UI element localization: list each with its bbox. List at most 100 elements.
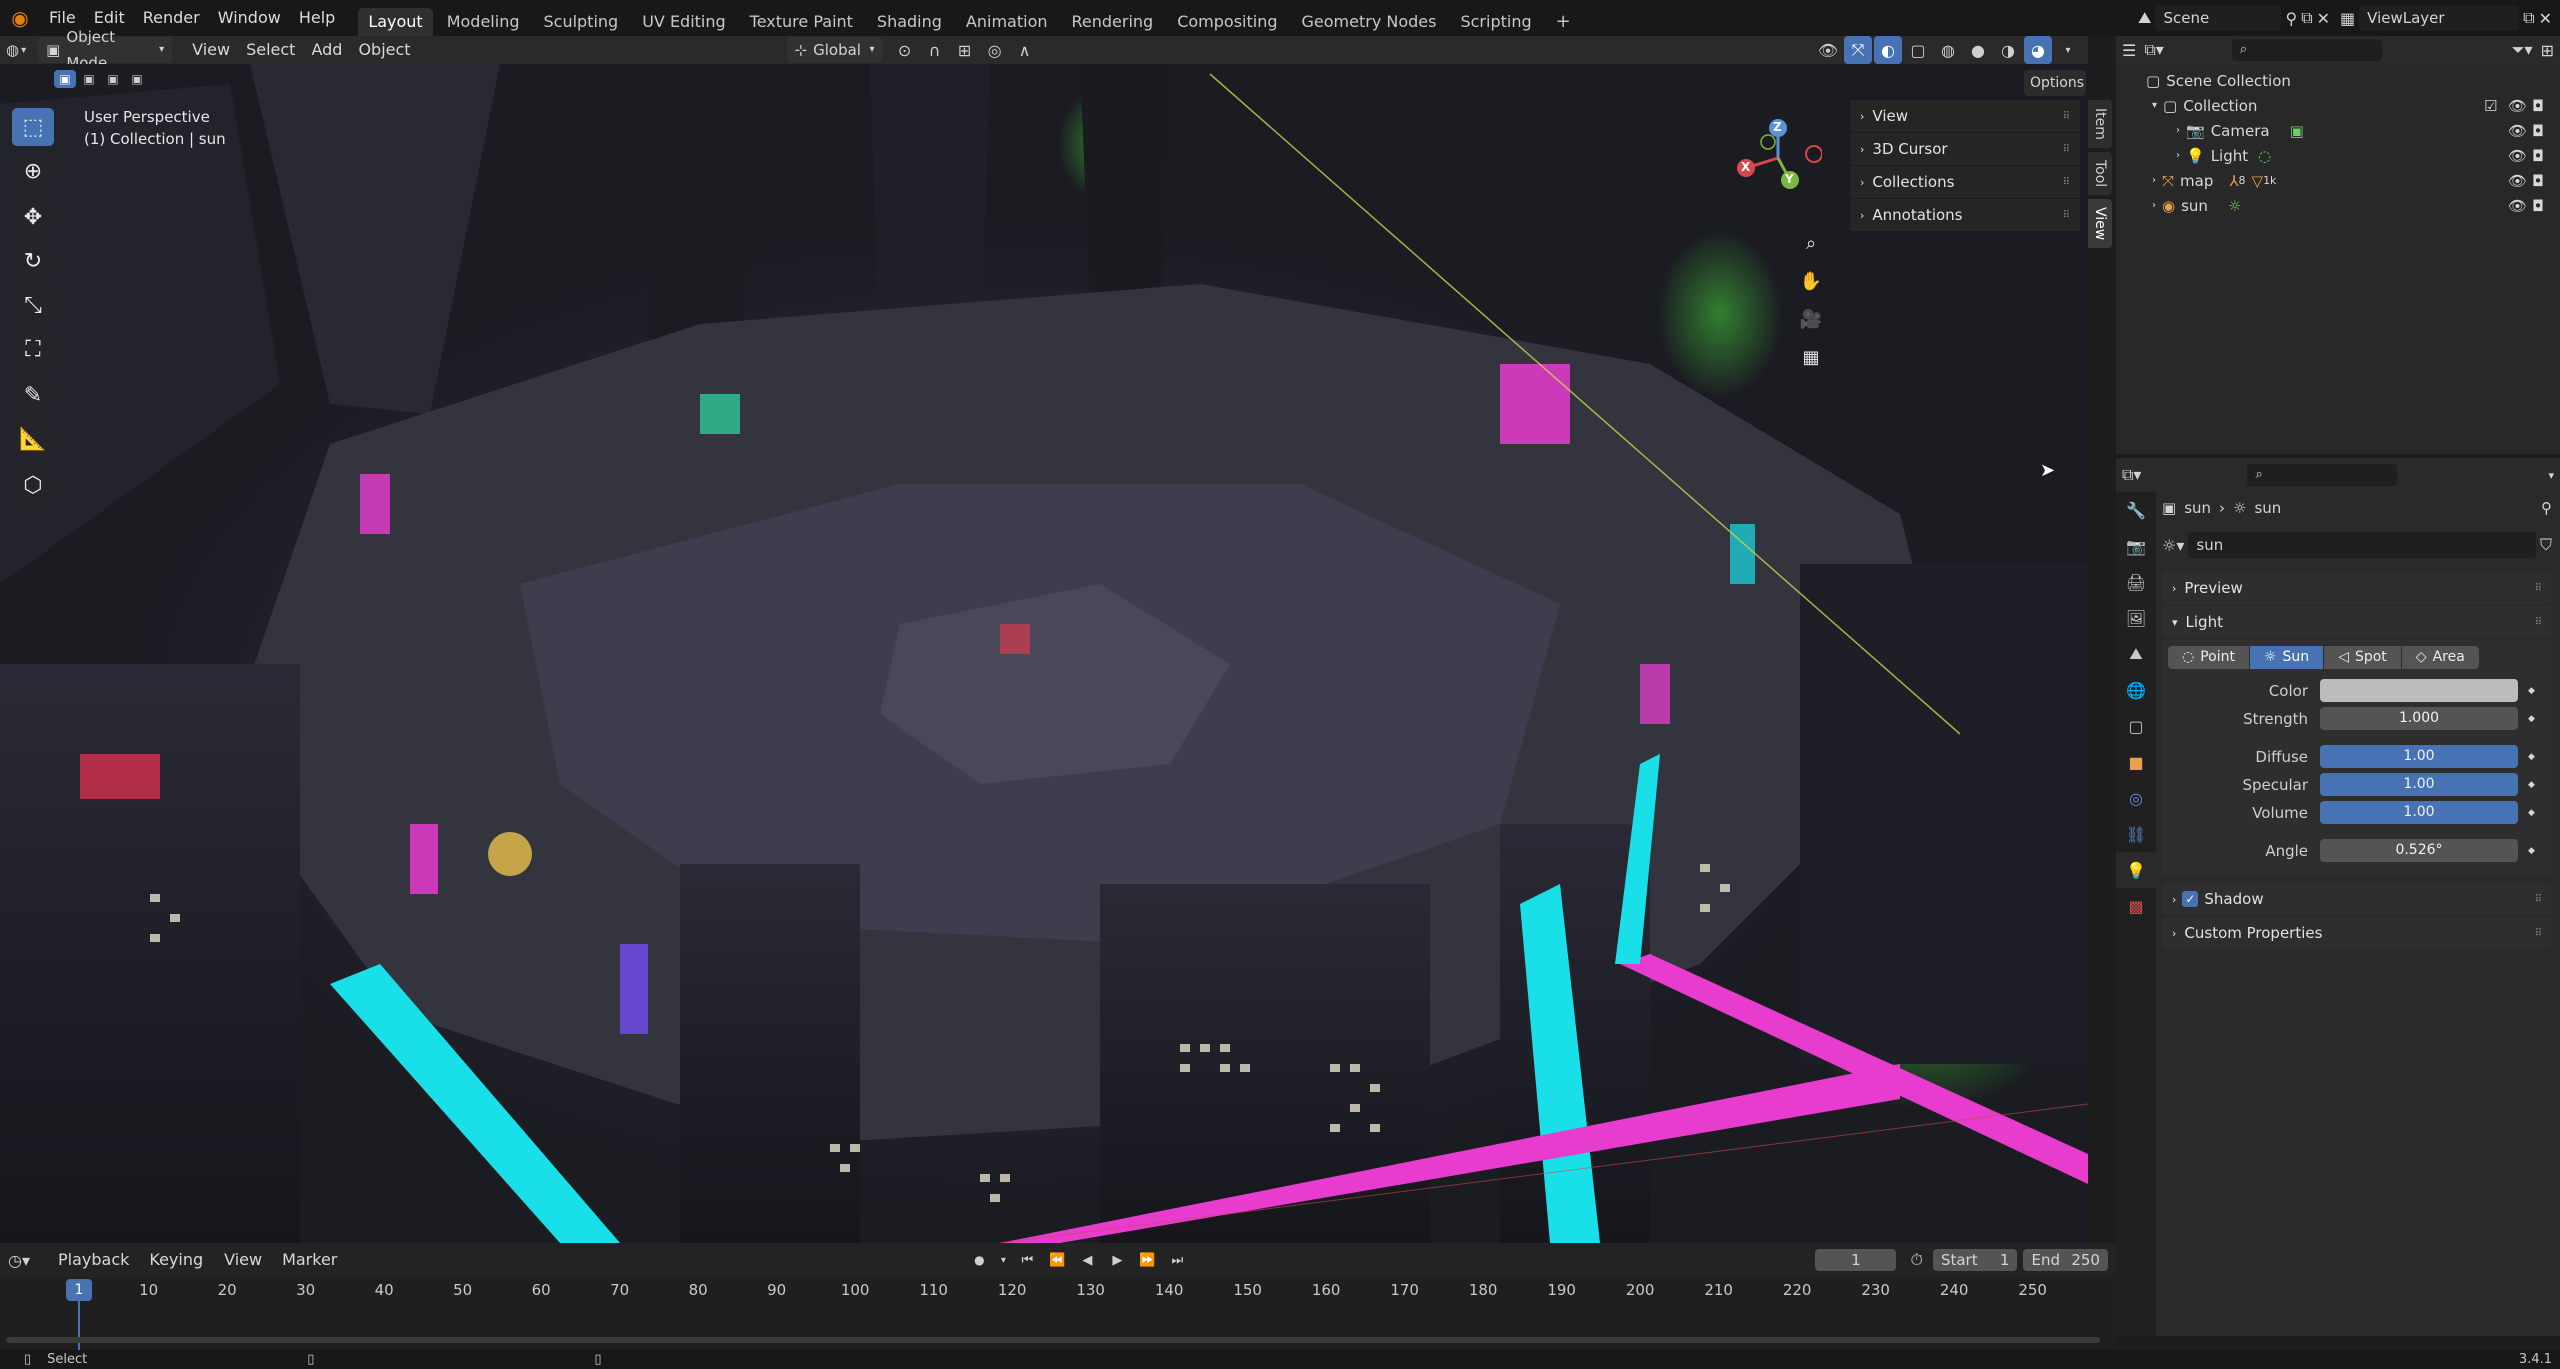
collection-props-icon[interactable]: ▢ xyxy=(2116,708,2156,744)
light-type-area[interactable]: ◇ Area xyxy=(2401,646,2479,669)
editor-type-selector[interactable]: ◍ ▾ xyxy=(6,41,26,59)
pan-hand-icon[interactable]: ✋ xyxy=(1794,264,1828,298)
snap-magnet-icon[interactable]: ∩ xyxy=(921,36,949,64)
tree-row-map[interactable]: › ⤧ map ⅄ 8 ▽ 1k 👁 ◘ xyxy=(2116,168,2560,193)
tree-row-sun[interactable]: › ◉ sun ☼ 👁 ◘ xyxy=(2116,193,2560,218)
tab-view[interactable]: View xyxy=(2088,199,2112,249)
texture-props-icon[interactable]: ▩ xyxy=(2116,888,2156,924)
play-reverse-icon[interactable]: ◀ xyxy=(1073,1246,1101,1274)
stopwatch-icon[interactable]: ⏱ xyxy=(1910,1250,1922,1270)
overlay-toggle-icon[interactable]: ◐ xyxy=(1874,36,1902,64)
strength-field[interactable]: 1.000 xyxy=(2320,707,2518,730)
eye-icon[interactable]: 👁 xyxy=(2508,197,2527,215)
add-workspace-icon[interactable]: + xyxy=(1546,8,1581,36)
new-viewlayer-icon[interactable]: ⧉ xyxy=(2523,8,2534,28)
tab-tool[interactable]: Tool xyxy=(2088,151,2112,196)
chevron-right-icon[interactable]: › xyxy=(2152,200,2156,211)
tree-row-camera[interactable]: › 📷 Camera ▣ 👁 ◘ xyxy=(2116,118,2560,143)
npanel-collections[interactable]: › Collections ⠿ xyxy=(1850,166,2080,199)
menu-help[interactable]: Help xyxy=(290,0,344,36)
tab-sculpting[interactable]: Sculpting xyxy=(533,8,628,36)
panel-custom-properties[interactable]: › Custom Properties ⠿ xyxy=(2162,917,2552,949)
display-mode-icon[interactable]: ⧉▾ xyxy=(2144,40,2163,60)
gizmo-toggle-icon[interactable]: ⤧ xyxy=(1844,36,1872,64)
select-intersect-icon[interactable]: ▣ xyxy=(126,70,148,88)
eye-icon[interactable]: 👁 xyxy=(2508,172,2527,190)
annotate-icon[interactable]: ✎ xyxy=(12,376,54,414)
menu-keying[interactable]: Keying ▾ xyxy=(141,1246,212,1296)
proportional-edit-icon[interactable]: ◎ xyxy=(981,36,1009,64)
tab-geometry-nodes[interactable]: Geometry Nodes xyxy=(1292,8,1447,36)
menu-window[interactable]: Window xyxy=(209,0,290,36)
chevron-right-icon[interactable]: › xyxy=(2176,150,2180,161)
color-swatch[interactable] xyxy=(2320,679,2518,702)
tab-modeling[interactable]: Modeling xyxy=(437,8,530,36)
tree-row-scene-collection[interactable]: ▢ Scene Collection xyxy=(2116,68,2560,93)
keyframe-dot-icon[interactable]: ◆ xyxy=(2528,752,2535,762)
select-extend-icon[interactable]: ▣ xyxy=(78,70,100,88)
drag-handle-icon[interactable]: ⠿ xyxy=(2535,583,2542,594)
eye-icon[interactable]: 👁 xyxy=(2508,147,2527,165)
pin-icon[interactable]: ⚲ xyxy=(2285,9,2297,28)
keyframe-dot-icon[interactable]: ◆ xyxy=(2528,846,2535,856)
npanel-3d-cursor[interactable]: › 3D Cursor ⠿ xyxy=(1850,133,2080,166)
tab-shading[interactable]: Shading xyxy=(867,8,952,36)
drag-handle-icon[interactable]: ⠿ xyxy=(2063,144,2070,155)
scale-icon[interactable]: ⤡ xyxy=(12,286,54,324)
start-frame-field[interactable]: Start 1 xyxy=(1932,1249,2018,1271)
orientation-dropdown[interactable]: ⊹ Global ▾ xyxy=(786,37,883,63)
camera-render-icon[interactable]: ◘ xyxy=(2532,97,2544,115)
viewlayer-name-field[interactable]: ViewLayer xyxy=(2359,5,2520,31)
tab-scripting[interactable]: Scripting xyxy=(1450,8,1541,36)
tab-layout[interactable]: Layout xyxy=(358,8,433,36)
properties-editor-icon[interactable]: ⧉▾ xyxy=(2122,465,2141,485)
drag-handle-icon[interactable]: ⠿ xyxy=(2063,177,2070,188)
view-layer-props-icon[interactable]: 🖼 xyxy=(2116,600,2156,636)
material-shading-icon[interactable]: ◑ xyxy=(1994,36,2022,64)
light-type-point[interactable]: ◌ Point xyxy=(2168,646,2249,669)
camera-render-icon[interactable]: ◘ xyxy=(2532,122,2544,140)
chevron-right-icon[interactable]: › xyxy=(2152,175,2156,186)
panel-shadow[interactable]: › ✓ Shadow ⠿ xyxy=(2162,883,2552,915)
navigation-gizmo[interactable]: Z X Y xyxy=(1722,114,1823,214)
keyframe-dot-icon[interactable]: ◆ xyxy=(2528,808,2535,818)
diffuse-slider[interactable]: 1.00 xyxy=(2320,745,2518,768)
tab-texture-paint[interactable]: Texture Paint xyxy=(740,8,863,36)
rendered-shading-icon[interactable]: ◕ xyxy=(2024,36,2052,64)
tab-uv-editing[interactable]: UV Editing xyxy=(632,8,735,36)
menu-playback[interactable]: Playback ▾ xyxy=(50,1246,137,1296)
physics-props-icon[interactable]: ◎ xyxy=(2116,780,2156,816)
tree-row-light[interactable]: › 💡 Light ◌ 👁 ◘ xyxy=(2116,143,2560,168)
constraints-props-icon[interactable]: ⛓ xyxy=(2116,816,2156,852)
scene-icon[interactable]: ⛰ xyxy=(2138,8,2151,28)
properties-search-input[interactable]: ⌕ xyxy=(2247,464,2398,486)
delete-viewlayer-icon[interactable]: ✕ xyxy=(2539,9,2552,28)
scene-props-icon[interactable]: ⛰ xyxy=(2116,636,2156,672)
render-props-icon[interactable]: 📷 xyxy=(2116,528,2156,564)
wireframe-shading-icon[interactable]: ◍ xyxy=(1934,36,1962,64)
camera-render-icon[interactable]: ◘ xyxy=(2532,147,2544,165)
mesh-icon[interactable]: ▽ xyxy=(2252,172,2264,190)
light-datablock-icon[interactable]: ☼▾ xyxy=(2162,536,2184,555)
world-props-icon[interactable]: 🌐 xyxy=(2116,672,2156,708)
menu-select[interactable]: Select xyxy=(238,36,303,64)
timeline-editor-icon[interactable]: ◷▾ xyxy=(8,1251,30,1270)
options-button[interactable]: Options xyxy=(2024,70,2086,96)
checkbox-icon[interactable]: ☑ xyxy=(2484,97,2497,115)
mode-dropdown[interactable]: ▣ Object Mode ▾ xyxy=(38,28,173,72)
new-collection-icon[interactable]: ⊞ xyxy=(2541,41,2554,60)
eye-icon[interactable]: 👁 xyxy=(2508,122,2527,140)
keyframe-dot-icon[interactable]: ◆ xyxy=(2528,686,2535,696)
play-icon[interactable]: ▶ xyxy=(1103,1246,1131,1274)
camera-data-icon[interactable]: ▣ xyxy=(2290,122,2304,140)
end-frame-field[interactable]: End 250 xyxy=(2023,1249,2108,1271)
select-subtract-icon[interactable]: ▣ xyxy=(102,70,124,88)
jump-end-icon[interactable]: ⏭ xyxy=(1163,1246,1191,1274)
tab-animation[interactable]: Animation xyxy=(956,8,1058,36)
visibility-icon[interactable]: 👁 xyxy=(1814,36,1842,64)
pin-icon[interactable]: ⚲ xyxy=(2541,499,2552,517)
specular-slider[interactable]: 1.00 xyxy=(2320,773,2518,796)
move-icon[interactable]: ✥ xyxy=(12,198,54,236)
next-keyframe-icon[interactable]: ⏩ xyxy=(1133,1246,1161,1274)
drag-handle-icon[interactable]: ⠿ xyxy=(2535,928,2542,939)
